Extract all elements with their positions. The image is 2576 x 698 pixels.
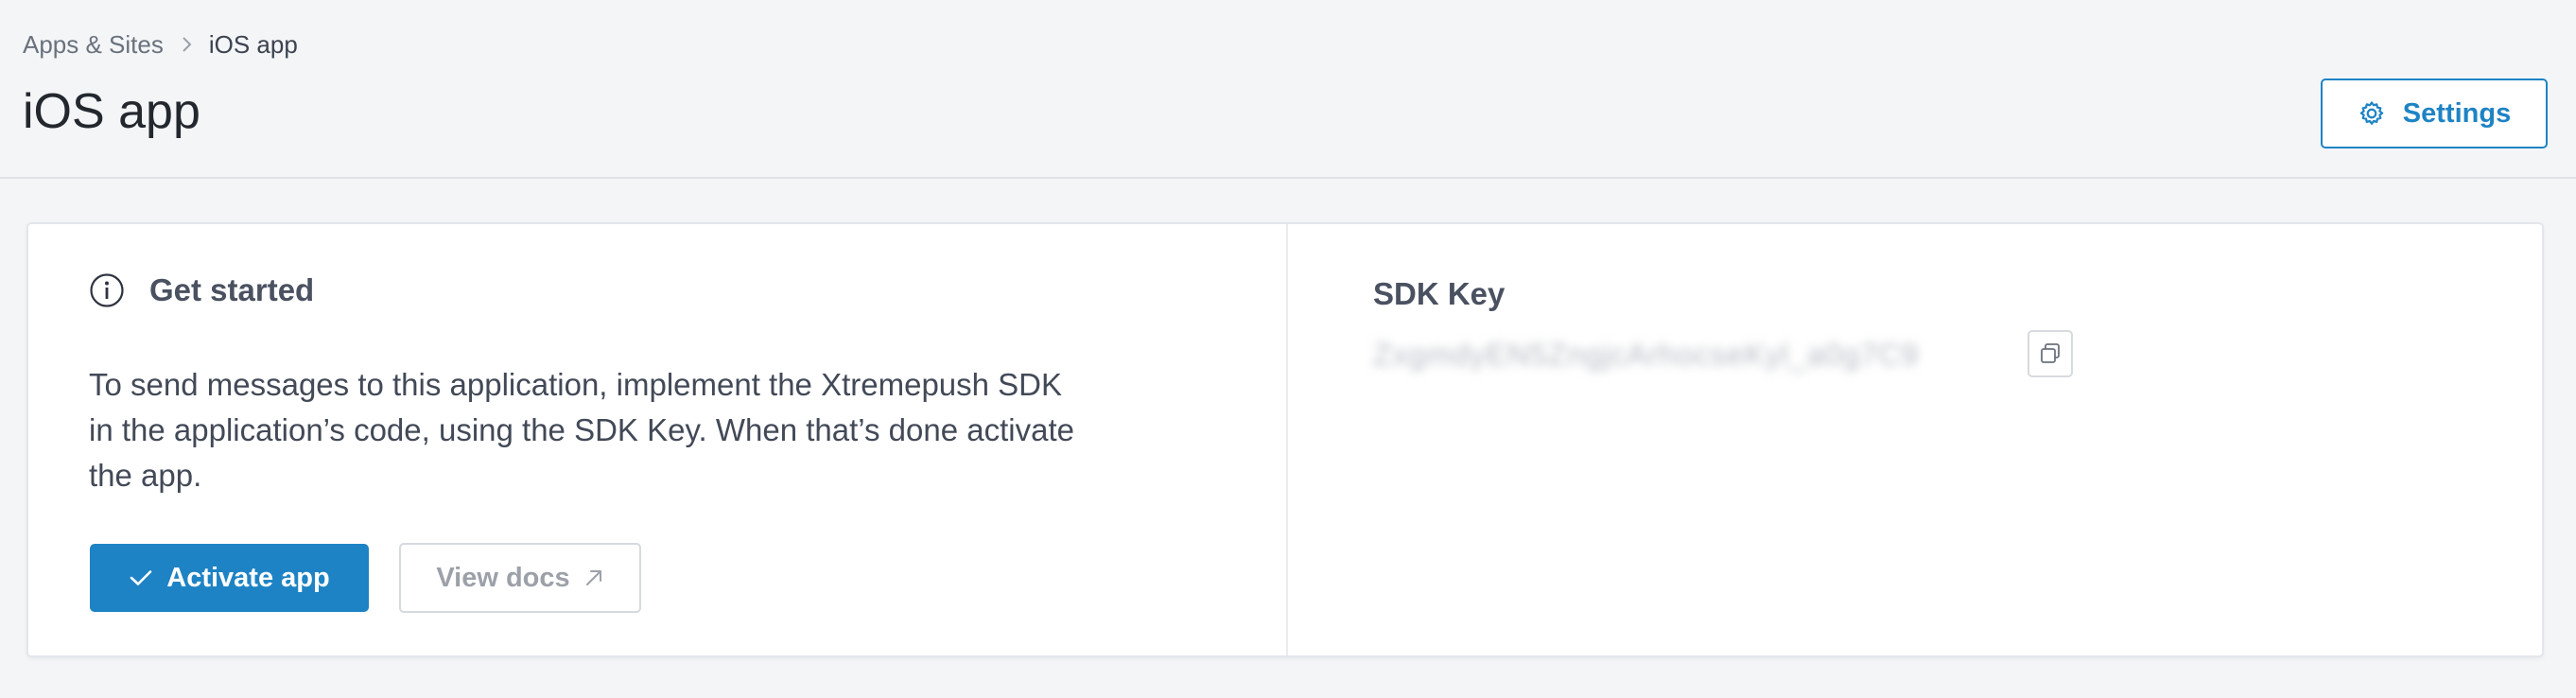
external-link-icon <box>583 567 604 588</box>
activate-app-button[interactable]: Activate app <box>90 544 369 612</box>
get-started-panel: Get started To send messages to this app… <box>28 224 1286 655</box>
copy-sdk-key-button[interactable] <box>2028 330 2073 377</box>
get-started-title: Get started <box>149 272 315 307</box>
view-docs-button[interactable]: View docs <box>399 543 641 613</box>
breadcrumb-apps-sites-link[interactable]: Apps & Sites <box>23 29 164 60</box>
activate-app-label: Activate app <box>166 562 330 593</box>
breadcrumb-current: iOS app <box>208 30 298 59</box>
sdk-key-value: ZxgmdyEN5ZngjcArhocseKyl_a0g7C9 <box>1373 338 1920 372</box>
settings-button-label: Settings <box>2402 97 2512 129</box>
page-title: iOS app <box>23 84 200 139</box>
check-icon <box>129 568 153 587</box>
copy-icon <box>2038 341 2063 366</box>
sdk-key-panel: SDK Key ZxgmdyEN5ZngjcArhocseKyl_a0g7C9 <box>1288 224 2542 655</box>
gear-icon <box>2358 99 2386 128</box>
app-setup-card: Get started To send messages to this app… <box>26 222 2544 657</box>
get-started-description: To send messages to this application, im… <box>89 367 1074 493</box>
page-header: Apps & Sites iOS app iOS app Settings <box>0 0 2576 179</box>
view-docs-label: View docs <box>436 562 570 593</box>
sdk-key-label: SDK Key <box>1373 276 1506 311</box>
info-icon <box>89 272 125 308</box>
breadcrumb: Apps & Sites iOS app <box>23 29 298 60</box>
settings-button[interactable]: Settings <box>2321 79 2548 148</box>
chevron-right-icon <box>164 29 209 60</box>
get-started-heading: Get started <box>89 271 314 309</box>
